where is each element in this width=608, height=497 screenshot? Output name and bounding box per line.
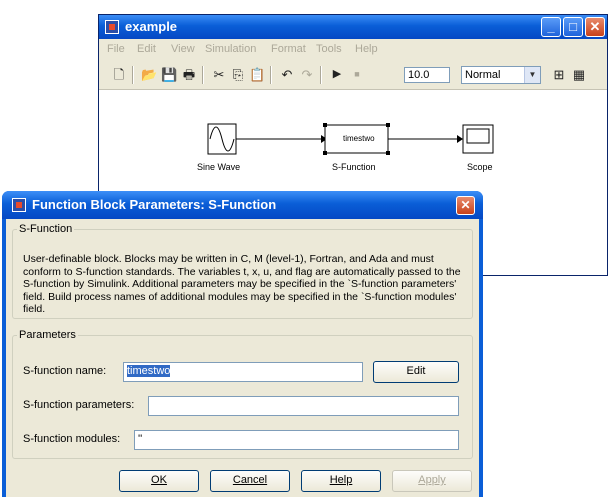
help-button-label: Help xyxy=(329,474,353,486)
print-icon[interactable]: 🖶 xyxy=(181,67,197,82)
ok-button[interactable]: OK xyxy=(119,470,199,492)
block-description: User-definable block. Blocks may be writ… xyxy=(23,253,461,315)
menu-format[interactable]: Format xyxy=(271,43,306,55)
parameters-group: Parameters S-function name: timestwo Edi… xyxy=(12,329,473,459)
sine-wave-label: Sine Wave xyxy=(197,162,241,172)
open-icon[interactable]: 📂 xyxy=(141,67,157,82)
scope-block[interactable] xyxy=(462,124,494,154)
help-button[interactable]: Help xyxy=(301,470,381,492)
apply-button-label: Apply xyxy=(418,474,446,486)
model-titlebar[interactable]: example _ □ ✕ xyxy=(99,15,607,39)
cancel-button-label: Cancel xyxy=(232,474,268,486)
cancel-button[interactable]: Cancel xyxy=(210,470,290,492)
cut-icon[interactable]: ✂ xyxy=(211,67,227,82)
toolbar-separator xyxy=(202,66,203,84)
toolbar-separator xyxy=(320,66,321,84)
simulink-app-icon xyxy=(105,20,119,34)
s-function-group-label: S-Function xyxy=(19,223,73,235)
s-function-parameters-label: S-function parameters: xyxy=(23,399,135,411)
chevron-down-icon[interactable]: ▼ xyxy=(524,67,540,83)
s-function-modules-label: S-function modules: xyxy=(23,433,121,445)
dialog-title: Function Block Parameters: S-Function xyxy=(32,197,277,212)
toolbar: 🗋 📂 💾 🖶 ✂ ⎘ 📋 ↶ ↷ ▶ ■ 10.0 Normal ▼ ⊞ ▦ xyxy=(99,59,607,90)
menu-tools[interactable]: Tools xyxy=(316,43,342,55)
toolbar-separator xyxy=(132,66,133,84)
save-icon[interactable]: 💾 xyxy=(161,67,177,82)
menu-help[interactable]: Help xyxy=(355,43,378,55)
menu-view[interactable]: View xyxy=(171,43,195,55)
s-function-name-label: S-function name: xyxy=(23,365,107,377)
menu-file[interactable]: File xyxy=(107,43,125,55)
menu-simulation[interactable]: Simulation xyxy=(205,43,256,55)
simulink-app-icon xyxy=(12,198,26,212)
dialog-body: S-Function User-definable block. Blocks … xyxy=(6,219,479,497)
apply-button[interactable]: Apply xyxy=(392,470,472,492)
build-icon[interactable]: ⊞ xyxy=(551,67,567,82)
simulation-mode-select[interactable]: Normal ▼ xyxy=(461,66,541,84)
s-function-group: S-Function User-definable block. Blocks … xyxy=(12,223,473,319)
s-function-name-input[interactable]: timestwo xyxy=(123,362,363,382)
redo-icon[interactable]: ↷ xyxy=(299,67,315,82)
minimize-button[interactable]: _ xyxy=(541,17,561,37)
s-function-label: S-Function xyxy=(332,162,376,172)
s-function-modules-input[interactable]: '' xyxy=(134,430,459,450)
toolbar-separator xyxy=(270,66,271,84)
paste-icon[interactable]: 📋 xyxy=(249,67,265,82)
dialog-titlebar[interactable]: Function Block Parameters: S-Function ✕ xyxy=(2,191,483,219)
scope-label: Scope xyxy=(467,162,493,172)
model-close-button[interactable]: ✕ xyxy=(585,17,605,37)
block-parameters-dialog: Function Block Parameters: S-Function ✕ … xyxy=(2,191,483,497)
stop-simulation-icon[interactable]: ■ xyxy=(349,67,365,82)
parameters-group-label: Parameters xyxy=(19,329,76,341)
arrow-head xyxy=(457,135,463,143)
new-icon[interactable]: 🗋 xyxy=(111,67,127,82)
start-simulation-icon[interactable]: ▶ xyxy=(329,67,345,82)
s-function-parameters-input[interactable] xyxy=(148,396,459,416)
library-browser-icon[interactable]: ▦ xyxy=(571,67,587,82)
s-function-content: timestwo xyxy=(343,134,375,143)
simulation-mode-value: Normal xyxy=(465,69,501,81)
menubar: File Edit View Simulation Format Tools H… xyxy=(99,39,607,59)
copy-icon[interactable]: ⎘ xyxy=(230,67,246,82)
dialog-close-button[interactable]: ✕ xyxy=(456,196,475,215)
sine-wave-block[interactable] xyxy=(207,123,237,155)
ok-button-label: OK xyxy=(151,474,167,486)
model-window-title: example xyxy=(125,19,178,34)
s-function-name-value: timestwo xyxy=(127,365,171,377)
undo-icon[interactable]: ↶ xyxy=(279,67,295,82)
edit-button[interactable]: Edit xyxy=(373,361,459,383)
maximize-button[interactable]: □ xyxy=(563,17,583,37)
menu-edit[interactable]: Edit xyxy=(137,43,156,55)
stop-time-field[interactable]: 10.0 xyxy=(404,67,450,83)
